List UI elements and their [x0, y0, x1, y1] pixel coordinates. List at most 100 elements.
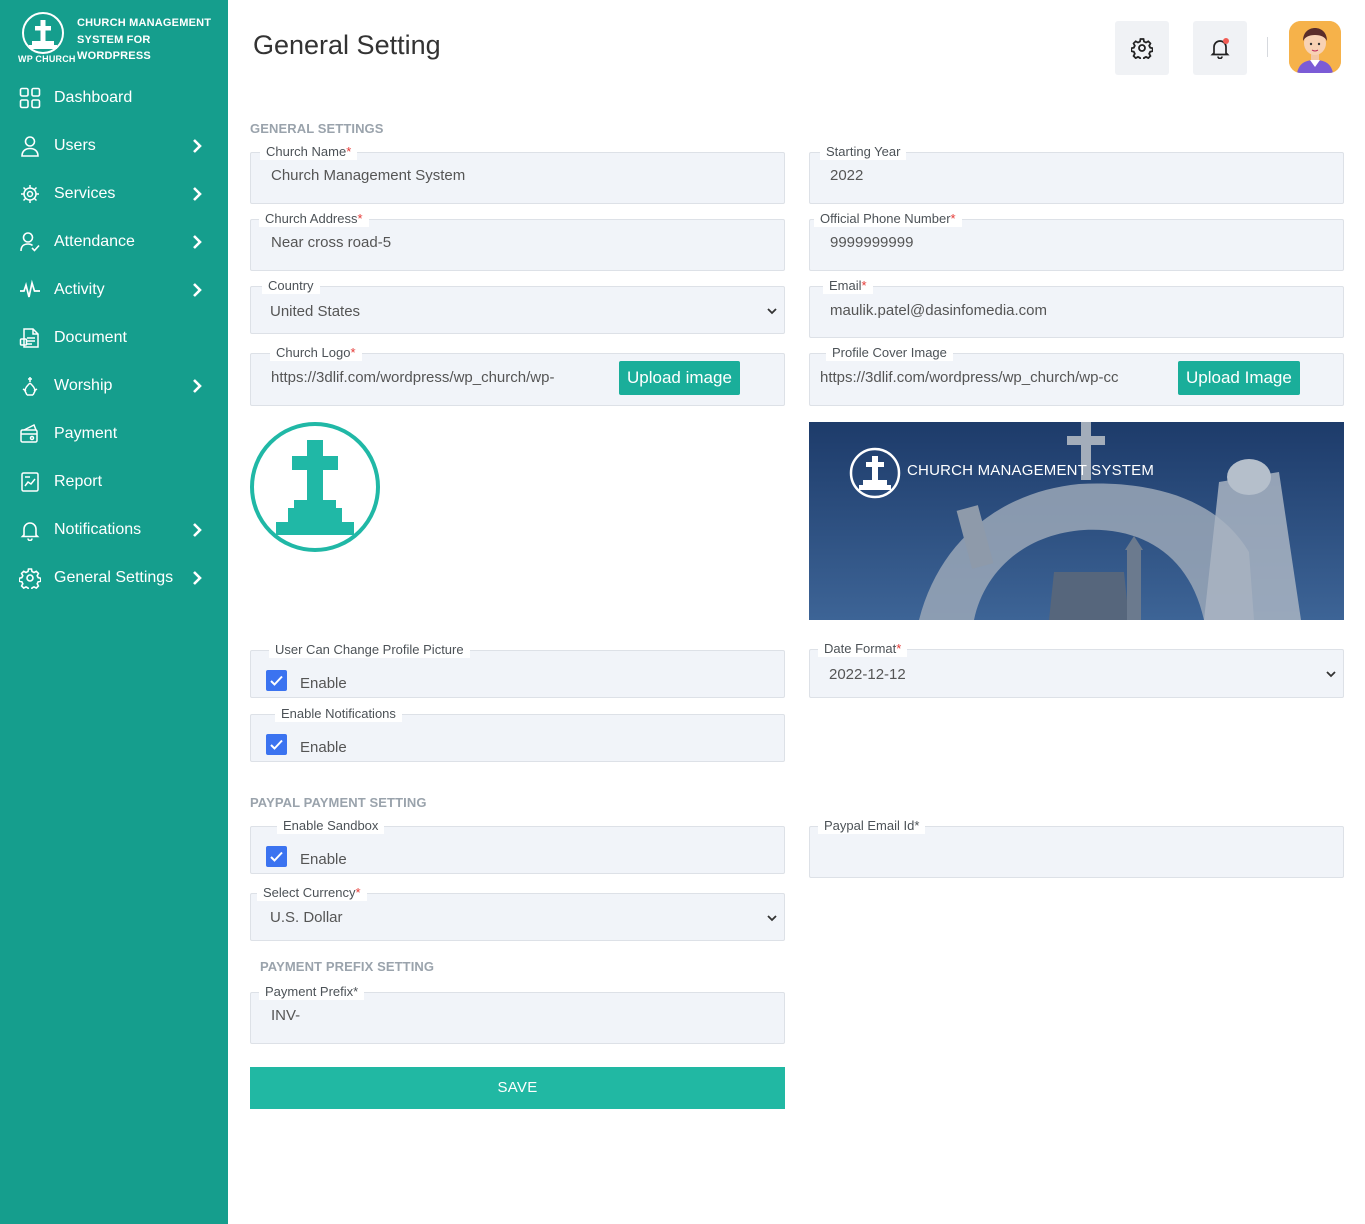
chevron-right-icon	[193, 379, 202, 393]
upload-cover-button[interactable]: Upload Image	[1178, 361, 1300, 395]
chevron-right-icon	[193, 139, 202, 153]
activity-pulse-icon	[20, 279, 40, 298]
sidebar: WP CHURCH CHURCH MANAGEMENT SYSTEM FOR W…	[0, 0, 228, 1224]
chevron-right-icon	[193, 283, 202, 297]
currency-select[interactable]: Select Currency* U.S. Dollar	[250, 885, 785, 941]
cover-title: CHURCH MANAGEMENT SYSTEM	[907, 462, 1155, 479]
phone-value: 9999999999	[830, 234, 914, 251]
sidebar-item-report[interactable]: Report	[0, 458, 228, 506]
enable-sandbox-label: Enable Sandbox	[277, 818, 385, 834]
user-icon	[21, 136, 39, 157]
date-format-label: Date Format*	[818, 641, 908, 657]
services-icon	[21, 185, 39, 203]
starting-year-value: 2022	[830, 167, 864, 184]
profile-picture-checkbox[interactable]	[266, 670, 287, 691]
cover-image-url: https://3dlif.com/wordpress/wp_church/wp…	[820, 369, 1119, 386]
church-logo-field[interactable]: Church Logo* https://3dlif.com/wordpress…	[250, 345, 785, 406]
sidebar-item-dashboard[interactable]: Dashboard	[0, 74, 228, 122]
payment-prefix-field[interactable]: Payment Prefix* INV-	[250, 984, 785, 1044]
settings-button[interactable]	[1115, 21, 1169, 75]
sidebar-item-label: Notifications	[54, 521, 142, 538]
country-select[interactable]: Country United States	[250, 278, 785, 334]
sidebar-item-attendance[interactable]: Attendance	[0, 218, 228, 266]
enable-notifications-checkbox[interactable]	[266, 734, 287, 755]
sidebar-item-users[interactable]: Users	[0, 122, 228, 170]
starting-year-label: Starting Year	[820, 144, 907, 160]
payment-prefix-label: Payment Prefix*	[259, 984, 365, 1000]
phone-label: Official Phone Number*	[814, 211, 962, 227]
sidebar-item-document[interactable]: Document	[0, 314, 228, 362]
enable-notifications-field: Enable Notifications Enable	[250, 706, 785, 762]
sidebar-nav: Dashboard Users Services Attendance Acti…	[0, 74, 228, 602]
header-divider	[1267, 37, 1268, 57]
sidebar-item-worship[interactable]: Worship	[0, 362, 228, 410]
sidebar-item-label: Users	[54, 137, 96, 154]
notification-dot	[1223, 38, 1229, 44]
sidebar-item-activity[interactable]: Activity	[0, 266, 228, 314]
brand-sub: WP CHURCH	[18, 54, 76, 64]
document-icon	[19, 328, 39, 348]
page-title: General Setting	[253, 30, 441, 60]
checkmark-icon	[270, 675, 283, 686]
sidebar-item-label: Activity	[54, 281, 105, 298]
enable-sandbox-enable-text: Enable	[300, 851, 347, 868]
profile-picture-enable-text: Enable	[300, 675, 347, 692]
chevron-right-icon	[193, 523, 202, 537]
worship-icon	[22, 377, 38, 396]
church-cross-logo-icon	[250, 422, 380, 552]
sidebar-item-label: Report	[54, 473, 103, 490]
cover-image-field[interactable]: Profile Cover Image https://3dlif.com/wo…	[809, 345, 1344, 406]
payment-prefix-value: INV-	[271, 1007, 301, 1024]
church-name-field[interactable]: Church Name* Church Management System	[250, 144, 785, 204]
country-label: Country	[262, 278, 320, 294]
email-field[interactable]: Email* maulik.patel@dasinfomedia.com	[809, 278, 1344, 338]
enable-notifications-enable-text: Enable	[300, 739, 347, 756]
sidebar-item-notifications[interactable]: Notifications	[0, 506, 228, 554]
payment-icon	[20, 423, 38, 443]
country-value: United States	[270, 303, 361, 320]
date-format-value: 2022-12-12	[829, 666, 906, 683]
church-address-field[interactable]: Church Address* Near cross road-5	[250, 211, 785, 271]
enable-sandbox-checkbox[interactable]	[266, 846, 287, 867]
section-title-prefix: PAYMENT PREFIX SETTING	[260, 959, 435, 974]
profile-picture-label: User Can Change Profile Picture	[269, 642, 470, 658]
church-logo-url: https://3dlif.com/wordpress/wp_church/wp…	[271, 369, 555, 386]
sidebar-item-label: Attendance	[54, 233, 135, 250]
chevron-right-icon	[193, 571, 202, 585]
enable-notifications-label: Enable Notifications	[275, 706, 402, 722]
sidebar-item-general-settings[interactable]: General Settings	[0, 554, 228, 602]
checkmark-icon	[270, 739, 283, 750]
paypal-email-field[interactable]: Paypal Email Id*	[809, 818, 1344, 878]
currency-label: Select Currency*	[257, 885, 367, 901]
gear-icon	[19, 568, 41, 589]
church-address-label: Church Address*	[259, 211, 369, 227]
sidebar-item-payment[interactable]: Payment	[0, 410, 228, 458]
chevron-down-icon	[1326, 671, 1336, 678]
sidebar-item-label: Document	[54, 329, 127, 346]
brand-title: CHURCH MANAGEMENT SYSTEM FOR WORDPRESS	[77, 17, 212, 62]
church-name-label: Church Name*	[260, 144, 358, 160]
sidebar-item-services[interactable]: Services	[0, 170, 228, 218]
church-name-value: Church Management System	[271, 167, 466, 184]
chevron-down-icon	[767, 915, 777, 922]
currency-value: U.S. Dollar	[270, 909, 343, 926]
sidebar-item-label: Dashboard	[54, 89, 133, 106]
upload-logo-button[interactable]: Upload image	[619, 361, 740, 395]
brand[interactable]: WP CHURCH CHURCH MANAGEMENT SYSTEM FOR W…	[18, 12, 218, 68]
sidebar-item-label: Payment	[54, 425, 118, 442]
dashboard-grid-icon	[19, 87, 41, 109]
cover-image-label: Profile Cover Image	[826, 345, 953, 361]
paypal-email-label: Paypal Email Id*	[818, 818, 926, 834]
church-logo-label: Church Logo*	[270, 345, 362, 361]
email-label: Email*	[823, 278, 873, 294]
phone-field[interactable]: Official Phone Number* 9999999999	[809, 211, 1344, 271]
section-title-general: GENERAL SETTINGS	[250, 121, 384, 136]
attendance-icon	[20, 232, 40, 252]
save-button[interactable]: SAVE	[250, 1067, 785, 1109]
date-format-select[interactable]: Date Format* 2022-12-12	[809, 641, 1344, 698]
profile-picture-field: User Can Change Profile Picture Enable	[250, 642, 785, 698]
starting-year-field[interactable]: Starting Year 2022	[809, 144, 1344, 204]
notifications-button[interactable]	[1193, 21, 1247, 75]
chevron-right-icon	[193, 187, 202, 201]
avatar[interactable]	[1289, 21, 1341, 73]
